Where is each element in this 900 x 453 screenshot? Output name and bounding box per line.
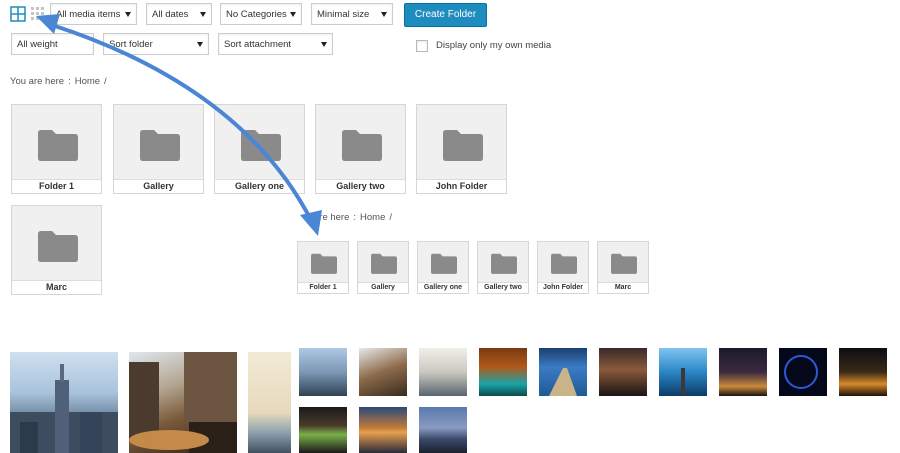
folder-icon (443, 130, 483, 161)
media-thumbnail[interactable] (359, 407, 407, 453)
sort-attachment-select[interactable]: Sort attachment (218, 33, 333, 55)
filter-categories-value: No Categories (226, 9, 287, 20)
filter-size-value: Minimal size (317, 9, 370, 20)
chevron-down-icon (290, 12, 296, 17)
media-thumbnail[interactable] (539, 348, 587, 396)
folder-tile[interactable]: Gallery one (214, 104, 305, 194)
chevron-down-icon (197, 42, 203, 47)
filter-size-select[interactable]: Minimal size (311, 3, 393, 25)
folder-icon (611, 253, 637, 274)
folder-name: Gallery one (418, 282, 468, 293)
media-thumbnail[interactable] (10, 352, 118, 453)
folder-icon (140, 130, 180, 161)
filter-dates-select[interactable]: All dates (146, 3, 212, 25)
folder-tile-small[interactable]: Gallery (357, 241, 409, 294)
folder-tile[interactable]: John Folder (416, 104, 507, 194)
media-thumbnail[interactable] (248, 352, 291, 453)
folder-name: Gallery two (478, 282, 528, 293)
folder-name: John Folder (538, 282, 588, 293)
folder-name: Folder 1 (12, 179, 101, 193)
folder-tile-small[interactable]: John Folder (537, 241, 589, 294)
grid-small-icon[interactable] (30, 6, 46, 22)
media-thumbnail[interactable] (599, 348, 647, 396)
folder-name: Marc (598, 282, 648, 293)
chevron-down-icon (321, 42, 327, 47)
media-thumbnail[interactable] (359, 348, 407, 396)
folder-tile-small[interactable]: Marc (597, 241, 649, 294)
folder-icon (311, 253, 337, 274)
breadcrumb-small-view: are here: Home / (314, 212, 396, 223)
media-thumbnail[interactable] (419, 407, 467, 453)
create-folder-button[interactable]: Create Folder (404, 3, 487, 27)
filter-media-select[interactable]: All media items (50, 3, 137, 25)
own-media-label: Display only my own media (436, 40, 552, 51)
grid-large-icon[interactable] (10, 6, 26, 22)
media-thumbnail[interactable] (659, 348, 707, 396)
breadcrumb-separator: : (353, 212, 357, 223)
media-thumbnail[interactable] (839, 348, 887, 396)
breadcrumb-prefix: are here (314, 212, 350, 223)
media-thumbnail[interactable] (779, 348, 827, 396)
media-thumbnail[interactable] (299, 407, 347, 453)
folder-icon (371, 253, 397, 274)
sort-folder-select[interactable]: Sort folder (103, 33, 209, 55)
folder-tile-small[interactable]: Gallery two (477, 241, 529, 294)
folder-tile[interactable]: Folder 1 (11, 104, 102, 194)
breadcrumb-home-link[interactable]: Home (75, 76, 100, 87)
folder-name: John Folder (417, 179, 506, 193)
media-thumbnail[interactable] (129, 352, 237, 453)
folder-icon (241, 130, 281, 161)
folder-name: Folder 1 (298, 282, 348, 293)
chevron-down-icon (200, 12, 206, 17)
filter-dates-value: All dates (152, 9, 189, 20)
filter-media-value: All media items (56, 9, 121, 20)
chevron-down-icon (125, 12, 131, 17)
folder-icon (491, 253, 517, 274)
folder-tile[interactable]: Marc (11, 205, 102, 295)
breadcrumb: You are here: Home / (10, 76, 111, 87)
folder-icon (342, 130, 382, 161)
media-thumbnail[interactable] (479, 348, 527, 396)
breadcrumb-home-link[interactable]: Home (360, 212, 385, 223)
media-thumbnail[interactable] (719, 348, 767, 396)
sort-folder-value: Sort folder (109, 39, 153, 50)
folder-tile[interactable]: Gallery (113, 104, 204, 194)
breadcrumb-separator: : (68, 76, 71, 87)
folder-name: Gallery (114, 179, 203, 193)
folder-tile-small[interactable]: Gallery one (417, 241, 469, 294)
sort-attachment-value: Sort attachment (224, 39, 292, 50)
media-thumbnail[interactable] (419, 348, 467, 396)
filter-categories-select[interactable]: No Categories (220, 3, 302, 25)
folder-name: Marc (12, 280, 101, 294)
breadcrumb-trail: / (104, 76, 107, 87)
folder-name: Gallery (358, 282, 408, 293)
folder-icon (38, 130, 78, 161)
folder-icon (431, 253, 457, 274)
folder-name: Gallery one (215, 179, 304, 193)
breadcrumb-prefix: You are here (10, 76, 65, 87)
folder-icon (38, 231, 78, 262)
own-media-checkbox[interactable] (416, 40, 428, 52)
folder-icon (551, 253, 577, 274)
chevron-down-icon (381, 12, 387, 17)
folder-tile-small[interactable]: Folder 1 (297, 241, 349, 294)
filter-weight-value: All weight (17, 39, 58, 50)
media-thumbnail[interactable] (299, 348, 347, 396)
filter-weight-select[interactable]: All weight (11, 33, 94, 55)
folder-name: Gallery two (316, 179, 405, 193)
breadcrumb-trail: / (389, 212, 393, 223)
folder-tile[interactable]: Gallery two (315, 104, 406, 194)
